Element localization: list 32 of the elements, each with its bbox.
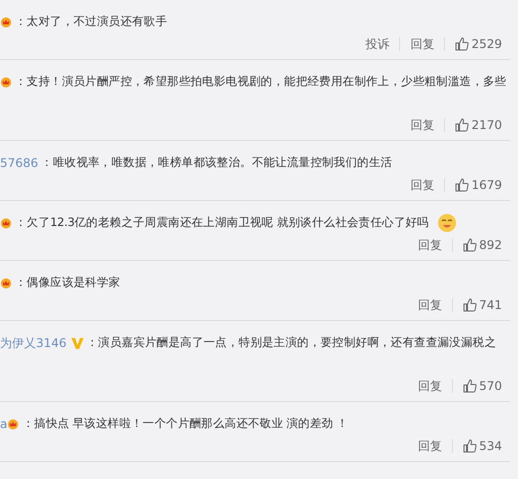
like-button[interactable]: 892 xyxy=(463,237,502,253)
like-button[interactable]: 1679 xyxy=(455,177,502,193)
reply-link[interactable]: 回复 xyxy=(418,438,442,454)
thumbs-up-icon xyxy=(463,439,478,453)
comment-text: ：演员嘉宾片酬是高了一点，特别是主演的，要控制好啊，还有查查漏没漏税之 xyxy=(86,334,496,352)
reply-link[interactable]: 回复 xyxy=(418,237,442,253)
comment-text: ：支持！演员片酬严控，希望那些拍电影电视剧的，能把经费用在制作上，少些粗制滥造，多些 xyxy=(15,73,506,90)
reply-link[interactable]: 回复 xyxy=(410,177,434,193)
comment-text: ：唯收视率，唯数据，唯榜单都该整治。不能让流量控制我们的生活 xyxy=(41,154,392,172)
comment-text: ：偶像应该是科学家 xyxy=(15,274,120,292)
username-link[interactable]: 57686 xyxy=(0,154,38,172)
like-button[interactable]: 534 xyxy=(463,438,502,454)
report-link[interactable]: 投诉 xyxy=(365,36,390,52)
like-button[interactable]: 570 xyxy=(463,378,502,394)
like-button[interactable]: 2529 xyxy=(455,36,502,52)
reply-link[interactable]: 回复 xyxy=(410,117,434,133)
thumbs-up-icon xyxy=(455,178,470,192)
username-link[interactable]: 为伊乂3146 xyxy=(0,334,67,352)
comment-text: ：欠了12.3亿的老赖之子周震南还在上湖南卫视呢 就别谈什么社会责任心了好吗 xyxy=(15,214,429,232)
thumbs-up-icon xyxy=(455,37,470,51)
reply-link[interactable]: 回复 xyxy=(418,378,442,394)
reply-link[interactable]: 回复 xyxy=(418,297,442,313)
thumbs-up-icon xyxy=(463,298,478,312)
like-button[interactable]: 741 xyxy=(463,297,502,313)
username-link[interactable]: a xyxy=(0,415,8,433)
thumbs-up-icon xyxy=(463,238,478,252)
reply-link[interactable]: 回复 xyxy=(410,36,434,52)
thumbs-up-icon xyxy=(455,118,470,132)
like-button[interactable]: 2170 xyxy=(455,117,502,133)
comment-text: ：搞快点 早该这样啦！一个个片酬那么高还不敬业 演的差劲 ！ xyxy=(22,415,348,432)
thumbs-up-icon xyxy=(463,379,478,393)
comment-text: ：太对了，不过演员还有歌手 xyxy=(15,13,168,30)
